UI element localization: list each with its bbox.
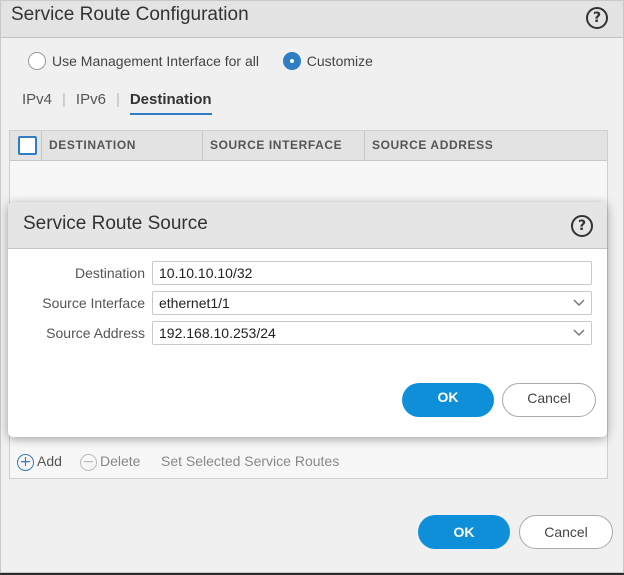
column-source-interface[interactable]: SOURCE INTERFACE <box>202 131 356 160</box>
use-management-radio[interactable] <box>28 52 46 71</box>
ok-button[interactable]: OK <box>418 515 510 549</box>
source-interface-row: Source Interface ethernet1/1 <box>8 291 607 317</box>
service-route-source-dialog: Service Route Source ? Destination 10.10… <box>8 202 607 437</box>
source-address-row: Source Address 192.168.10.253/24 <box>8 321 607 347</box>
source-address-select[interactable]: 192.168.10.253/24 <box>152 321 592 345</box>
add-button[interactable]: + Add <box>17 453 62 471</box>
modal-header: Service Route Source ? <box>8 202 607 249</box>
source-interface-select[interactable]: ethernet1/1 <box>152 291 592 315</box>
plus-icon: + <box>17 453 34 471</box>
destination-row: Destination 10.10.10.10/32 <box>8 261 607 287</box>
tab-divider: | <box>115 91 120 108</box>
customize-label[interactable]: Customize <box>307 53 373 69</box>
help-icon[interactable]: ? <box>571 215 593 237</box>
route-mode-radio-group: Use Management Interface for all Customi… <box>28 52 373 74</box>
modal-title: Service Route Source <box>23 213 208 234</box>
select-all-checkbox[interactable] <box>18 136 37 155</box>
modal-cancel-button[interactable]: Cancel <box>502 383 596 417</box>
source-address-value: 192.168.10.253/24 <box>159 325 276 341</box>
delete-button[interactable]: − Delete <box>80 453 140 471</box>
table-header: DESTINATION SOURCE INTERFACE SOURCE ADDR… <box>10 131 607 161</box>
column-source-address[interactable]: SOURCE ADDRESS <box>364 131 602 160</box>
modal-ok-button[interactable]: OK <box>402 383 494 417</box>
column-destination[interactable]: DESTINATION <box>41 131 196 160</box>
chevron-down-icon[interactable] <box>567 292 591 314</box>
customize-radio[interactable] <box>282 52 301 71</box>
tab-divider: | <box>62 91 66 108</box>
tab-ipv4[interactable]: IPv4 <box>22 91 52 114</box>
source-interface-label: Source Interface <box>42 295 145 311</box>
table-footer: + Add − Delete Set Selected Service Routes <box>10 446 607 478</box>
help-icon[interactable]: ? <box>586 7 608 29</box>
use-management-label[interactable]: Use Management Interface for all <box>52 53 259 69</box>
delete-label: Delete <box>100 453 141 469</box>
dialog-header: Service Route Configuration ? <box>1 1 623 38</box>
chevron-down-icon[interactable] <box>567 322 591 344</box>
destination-value: 10.10.10.10/32 <box>159 265 253 281</box>
cancel-button[interactable]: Cancel <box>519 515 613 549</box>
set-selected-routes-button[interactable]: Set Selected Service Routes <box>161 453 339 469</box>
destination-label: Destination <box>74 265 145 281</box>
tab-ipv6[interactable]: IPv6 <box>76 91 106 114</box>
source-interface-value: ethernet1/1 <box>159 295 230 311</box>
source-address-label: Source Address <box>46 325 145 341</box>
dialog-title: Service Route Configuration <box>11 4 249 25</box>
minus-icon: − <box>80 453 97 471</box>
destination-input[interactable]: 10.10.10.10/32 <box>152 261 592 285</box>
add-label: Add <box>37 453 62 469</box>
tab-destination[interactable]: Destination <box>129 91 212 115</box>
ip-tabs: IPv4 | IPv6 | Destination <box>22 91 212 115</box>
